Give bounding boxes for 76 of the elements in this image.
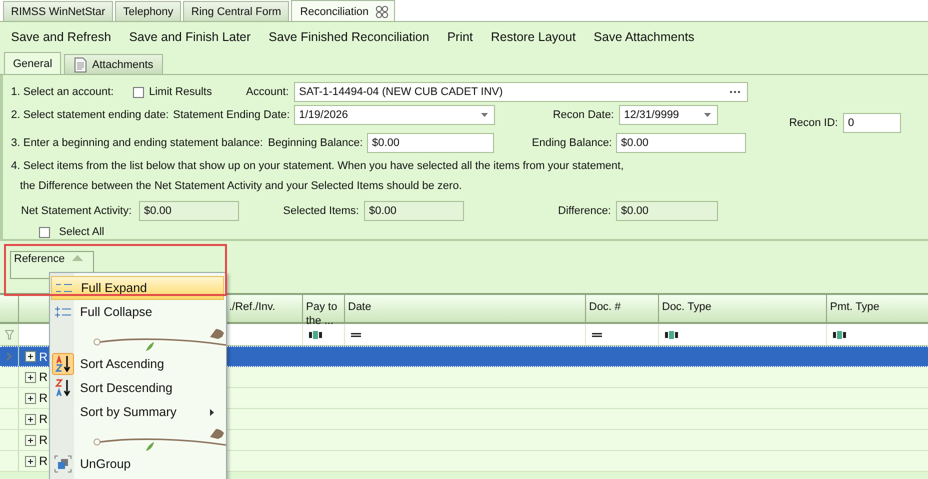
toolbar-button[interactable]: Save Finished Reconciliation [260,26,438,48]
equals-icon[interactable] [351,332,361,336]
collapse-all-icon [55,306,71,318]
date-field[interactable]: 1/19/2026 [294,105,495,125]
ungroup-icon [54,455,72,473]
expand-icon[interactable] [25,372,36,382]
menu-item[interactable]: Full Collapse [51,300,224,324]
tab[interactable]: Attachments [64,54,164,74]
tab[interactable]: General [4,52,62,74]
toolbar-button[interactable]: Save Attachments [584,26,704,48]
row-pointer-icon [6,352,12,361]
toolbar-button[interactable]: Restore Layout [482,26,585,48]
field-label: Account: [246,86,290,98]
sort-arrow-icon [72,255,83,261]
ellipsis-icon[interactable] [730,90,741,94]
field-label: Selected Items: [282,205,360,217]
column-header[interactable]: Pmt. Type [827,295,928,322]
limit-results-checkbox[interactable] [133,86,144,98]
sort-descending-icon [53,378,73,398]
ending-balance-field[interactable]: $0.00 [616,133,746,153]
dropdown-icon[interactable] [481,113,488,117]
group-row-text: R [39,454,48,468]
group-row-text: R [39,370,48,384]
document-icon [74,56,88,72]
group-row-text: R [39,412,48,426]
dropdown-icon[interactable] [704,113,711,117]
net-activity-field: $0.00 [139,201,239,221]
expand-all-icon [56,283,72,293]
field-label: Ending Balance: [530,137,613,149]
instruction-text: the Difference between the Net Statement Activity and your Selected Items should be zero. [19,179,463,194]
column-header[interactable]: Date [345,295,586,322]
close-icon[interactable] [374,4,389,18]
checkbox-label: Limit Results [149,86,213,98]
submenu-arrow-icon [210,409,214,416]
document-tab[interactable]: Ring Central Form [183,1,290,21]
difference-field: $0.00 [616,201,718,221]
selected-items-field: $0.00 [364,201,464,221]
expand-icon[interactable] [25,456,36,466]
expand-icon[interactable] [25,434,36,446]
field-label: Statement Ending Date: [173,109,291,121]
group-row-text: R [39,391,48,405]
menu-item[interactable]: Full Expand [51,276,224,300]
document-tab[interactable]: Telephony [115,1,182,21]
field-label: Difference: [557,205,612,217]
equals-icon[interactable] [592,332,602,336]
toolbar-button[interactable]: Save and Refresh [2,26,120,48]
checkbox-label: Select All [59,226,104,238]
text-filter-icon[interactable] [309,330,323,338]
expand-icon[interactable] [25,414,36,424]
column-header[interactable]: Doc. Type [659,295,827,322]
group-row-text: R [39,433,48,447]
step-label: 3. Enter a beginning and ending statement balance: [11,137,264,149]
document-tab[interactable]: Reconciliation [291,0,395,22]
sort-ascending-icon [52,353,74,375]
text-filter-icon[interactable] [833,330,847,338]
step-label: 1. Select an account: [11,86,115,98]
expand-icon[interactable] [25,392,36,404]
column-header[interactable]: Doc. # [586,295,659,322]
field-label: Recon ID: [788,117,839,129]
instruction-text: 4. Select items from the list below that show up on your statement. When you have selected all the items from your statement, [11,159,625,174]
step-label: 2. Select statement ending date: [11,109,170,121]
column-header[interactable]: Pay to the ... [303,295,345,322]
field-label: Beginning Balance: [268,137,364,149]
recon-id-field[interactable]: 0 [843,113,901,133]
select-all-checkbox[interactable] [39,226,50,238]
date-field[interactable]: 12/31/9999 [619,105,718,125]
toolbar-button[interactable]: Save and Finish Later [120,26,260,48]
document-tab[interactable]: RIMSS WinNetStar [3,1,114,21]
beginning-balance-field[interactable]: $0.00 [367,133,494,153]
text-filter-icon[interactable] [665,330,679,338]
field-label: Recon Date: [552,109,615,121]
field-label: Net Statement Activity: [21,205,133,217]
expand-icon[interactable] [25,351,36,362]
toolbar-button[interactable]: Print [438,26,482,48]
account-field[interactable]: SAT-1-14494-04 (NEW CUB CADET INV) [294,82,748,102]
group-row-text: R [39,350,48,364]
